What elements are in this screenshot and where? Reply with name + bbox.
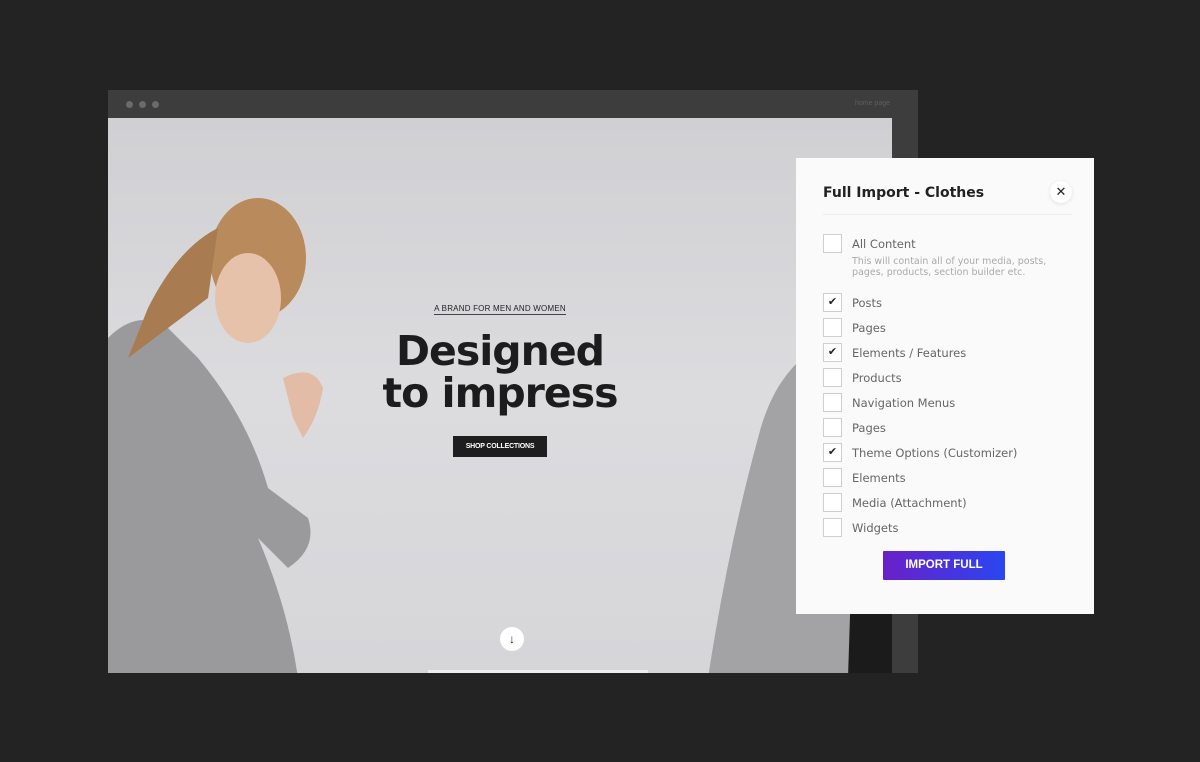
option-item[interactable]: Navigation Menus	[823, 390, 1074, 415]
option-label: Pages	[852, 420, 886, 435]
checkbox[interactable]: ✔	[823, 343, 842, 362]
checkbox[interactable]: ✔	[823, 293, 842, 312]
option-label: Elements / Features	[852, 345, 967, 360]
heading-line: to impress	[382, 369, 619, 417]
option-label: Theme Options (Customizer)	[852, 445, 1018, 460]
arrow-down-icon[interactable]: ↓	[500, 627, 524, 651]
checkbox[interactable]	[823, 418, 842, 437]
checkbox[interactable]	[823, 234, 842, 253]
tagline-link[interactable]: A BRAND FOR MEN AND WOMEN	[434, 304, 566, 315]
url-label: home page	[854, 100, 890, 107]
option-label: Products	[852, 370, 902, 385]
checkbox[interactable]	[823, 493, 842, 512]
hero-heading: Designed to impress	[108, 330, 892, 414]
option-item[interactable]: Products	[823, 365, 1074, 390]
checkbox[interactable]: ✔	[823, 443, 842, 462]
import-full-button[interactable]: IMPORT FULL	[883, 551, 1005, 580]
option-label: Media (Attachment)	[852, 495, 967, 510]
window-dot[interactable]	[139, 101, 146, 108]
bottom-bar	[428, 670, 648, 673]
option-item[interactable]: Widgets	[823, 515, 1074, 540]
import-dialog: Full Import - Clothes ✕ All Content This…	[796, 158, 1094, 614]
option-label: Widgets	[852, 520, 899, 535]
dialog-title: Full Import - Clothes	[823, 185, 985, 201]
option-label: Navigation Menus	[852, 395, 956, 410]
option-description: This will contain all of your media, pos…	[852, 256, 1047, 278]
window-dot[interactable]	[152, 101, 159, 108]
checkbox[interactable]	[823, 468, 842, 487]
option-label: All Content	[852, 236, 916, 251]
option-all-content[interactable]: All Content	[823, 231, 1074, 256]
option-label: Pages	[852, 320, 886, 335]
checkbox[interactable]	[823, 368, 842, 387]
option-label: Elements	[852, 470, 906, 485]
option-item[interactable]: Media (Attachment)	[823, 490, 1074, 515]
option-item[interactable]: ✔ Posts	[823, 290, 1074, 315]
window-dot[interactable]	[126, 101, 133, 108]
site-preview: A BRAND FOR MEN AND WOMEN Designed to imp…	[108, 118, 892, 673]
divider	[823, 214, 1072, 215]
close-icon[interactable]: ✕	[1050, 181, 1072, 203]
option-label: Posts	[852, 295, 883, 310]
option-item[interactable]: ✔ Elements / Features	[823, 340, 1074, 365]
checkbox[interactable]	[823, 518, 842, 537]
checkbox[interactable]	[823, 318, 842, 337]
hero: A BRAND FOR MEN AND WOMEN Designed to imp…	[108, 298, 892, 457]
import-options: All Content This will contain all of you…	[823, 231, 1074, 540]
shop-collections-button[interactable]: SHOP COLLECTIONS	[452, 436, 548, 457]
option-item[interactable]: Pages	[823, 315, 1074, 340]
window-controls	[126, 101, 159, 108]
option-item[interactable]: ✔ Theme Options (Customizer)	[823, 440, 1074, 465]
checkbox[interactable]	[823, 393, 842, 412]
option-item[interactable]: Pages	[823, 415, 1074, 440]
option-item[interactable]: Elements	[823, 465, 1074, 490]
heading-line: Designed	[396, 327, 605, 375]
